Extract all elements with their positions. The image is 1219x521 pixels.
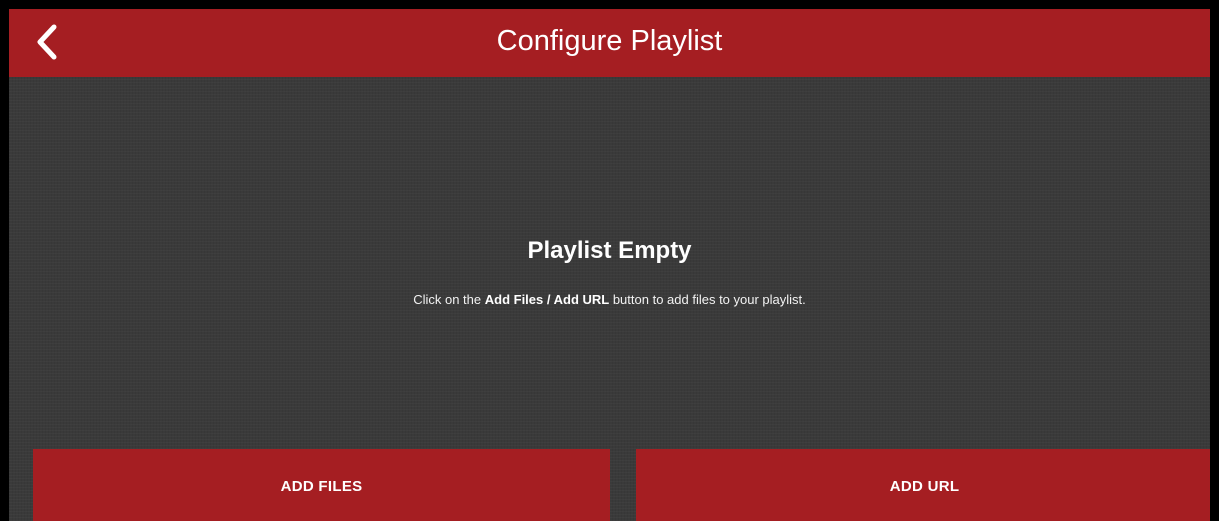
configure-playlist-window: Configure Playlist Playlist Empty Click … [0, 0, 1219, 521]
page-title: Configure Playlist [496, 25, 723, 57]
back-button[interactable] [23, 17, 73, 69]
empty-message-bold: Add Files / Add URL [484, 292, 610, 307]
empty-state: Playlist Empty Click on the Add Files / … [9, 231, 1210, 309]
add-url-button[interactable]: ADD URL [636, 449, 1210, 521]
empty-message-prefix: Click on the [413, 292, 485, 307]
add-files-button[interactable]: ADD FILES [33, 449, 610, 521]
header-bar: Configure Playlist [9, 9, 1210, 77]
chevron-left-icon [37, 24, 57, 60]
empty-state-message: Click on the Add Files / Add URL button … [9, 291, 1210, 309]
empty-message-suffix: button to add files to your playlist. [609, 292, 806, 307]
empty-state-title: Playlist Empty [527, 237, 692, 264]
